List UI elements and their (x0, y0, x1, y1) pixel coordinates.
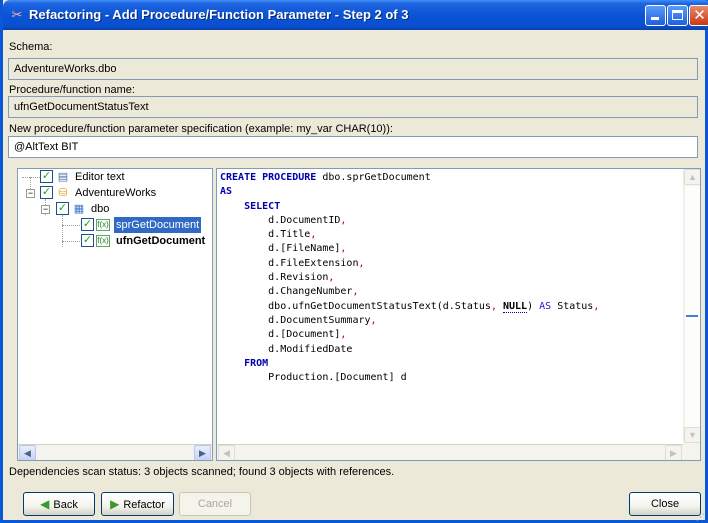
window-title: Refactoring - Add Procedure/Function Par… (29, 7, 409, 22)
param-spec-input[interactable]: @AltText BIT (8, 136, 698, 158)
database-icon: ⛁ (58, 187, 68, 199)
code-line: SELECT (244, 200, 281, 212)
tree-item-label: AdventureWorks (75, 187, 157, 199)
code-line: AS (220, 186, 233, 198)
object-tree[interactable]: ✓ ▤ Editor text − ✓ ⛁ AdventureWorks − ✓… (17, 168, 213, 461)
close-button-label: Close (650, 498, 680, 510)
minimize-icon (651, 17, 659, 20)
code-line: dbo.ufnGetDocumentStatusText(d.Status, N… (220, 300, 600, 313)
tree-item-sprgetdocument[interactable]: ✓ f(x) sprGetDocument (18, 217, 208, 233)
tree-item-adventureworks[interactable]: − ✓ ⛁ AdventureWorks (18, 185, 208, 201)
back-button[interactable]: ◀ Back (23, 492, 95, 516)
code-line: d.Title, (220, 229, 317, 241)
close-button[interactable]: Close (629, 492, 701, 516)
code-line: CREATE PROCEDURE dbo.sprGetDocument (220, 172, 431, 183)
minimize-button[interactable] (645, 5, 666, 26)
resize-grip-icon[interactable]: ⋰ (696, 511, 708, 523)
checkbox-checked-icon[interactable]: ✓ (56, 202, 69, 215)
scroll-up-icon[interactable]: ▲ (684, 169, 700, 185)
code-line: d.[FileName], (220, 243, 347, 255)
function-icon: f(x) (96, 235, 110, 247)
arrow-left-icon: ◀ (40, 497, 50, 511)
code-line: d.ModifiedDate (220, 343, 353, 355)
maximize-icon (672, 10, 683, 20)
function-icon: f(x) (96, 219, 110, 231)
collapse-icon[interactable]: − (26, 189, 35, 198)
code-line: d.[Document], (220, 329, 347, 341)
scan-status-text: Dependencies scan status: 3 objects scan… (9, 466, 395, 478)
close-icon: ✕ (693, 7, 706, 24)
collapse-icon[interactable]: − (41, 205, 50, 214)
tree-item-label: dbo (91, 203, 110, 215)
document-icon: ▤ (57, 171, 69, 183)
checkbox-checked-icon[interactable]: ✓ (81, 218, 94, 231)
back-button-label: Back (53, 499, 78, 511)
tree-item-label: sprGetDocument (114, 217, 202, 233)
scroll-track[interactable] (685, 186, 700, 427)
schema-field: AdventureWorks.dbo (8, 58, 698, 80)
maximize-button[interactable] (667, 5, 688, 26)
scroll-right-icon[interactable]: ▶ (194, 445, 211, 460)
param-spec-label: New procedure/function parameter specifi… (9, 123, 393, 135)
schema-label: Schema: (9, 41, 53, 53)
code-line: Production.[Document] d (220, 372, 407, 384)
code-horizontal-scrollbar[interactable]: ◀ ▶ (217, 444, 683, 460)
tree-item-label: ufnGetDocument (116, 235, 206, 247)
code-line: d.Revision, (220, 272, 335, 284)
code-line: d.ChangeNumber, (220, 286, 359, 298)
sql-code[interactable]: CREATE PROCEDURE dbo.sprGetDocument AS S… (220, 171, 599, 385)
title-bar[interactable]: ✂ Refactoring - Add Procedure/Function P… (3, 0, 708, 30)
scroll-left-icon[interactable]: ◀ (19, 445, 36, 460)
scroll-left-icon[interactable]: ◀ (218, 445, 235, 460)
code-line: d.DocumentSummary, (220, 314, 377, 326)
cancel-button[interactable]: Cancel (179, 492, 251, 516)
schema-icon: ▦ (73, 203, 85, 215)
tree-item-editor-text[interactable]: ✓ ▤ Editor text (18, 169, 208, 185)
close-window-button[interactable]: ✕ (689, 5, 708, 26)
code-line: d.FileExtension, (220, 257, 365, 269)
checkbox-checked-icon[interactable]: ✓ (40, 186, 53, 199)
tree-horizontal-scrollbar[interactable]: ◀ ▶ (18, 444, 212, 460)
tree-item-label: Editor text (75, 171, 125, 183)
scroll-position-marker (686, 315, 698, 317)
scroll-right-icon[interactable]: ▶ (665, 445, 682, 460)
tree-item-ufngetdocument[interactable]: ✓ f(x) ufnGetDocument (18, 233, 212, 249)
code-vertical-scrollbar[interactable]: ▲ ▼ (683, 169, 700, 444)
cancel-button-label: Cancel (197, 498, 233, 510)
refactor-button[interactable]: ▶ Refactor (101, 492, 174, 516)
scroll-corner (683, 443, 700, 460)
checkbox-checked-icon[interactable]: ✓ (81, 234, 94, 247)
refactor-button-label: Refactor (123, 499, 165, 511)
proc-name-field: ufnGetDocumentStatusText (8, 96, 698, 118)
scroll-down-icon[interactable]: ▼ (684, 427, 700, 443)
code-line: d.DocumentID, (220, 214, 347, 226)
refactor-icon: ✂ (11, 7, 23, 22)
arrow-right-icon: ▶ (110, 497, 120, 511)
tree-item-dbo[interactable]: − ✓ ▦ dbo (18, 201, 208, 217)
sql-editor[interactable]: CREATE PROCEDURE dbo.sprGetDocument AS S… (216, 168, 701, 461)
checkbox-checked-icon[interactable]: ✓ (40, 170, 53, 183)
proc-name-label: Procedure/function name: (9, 84, 135, 96)
code-line: FROM (244, 357, 269, 369)
